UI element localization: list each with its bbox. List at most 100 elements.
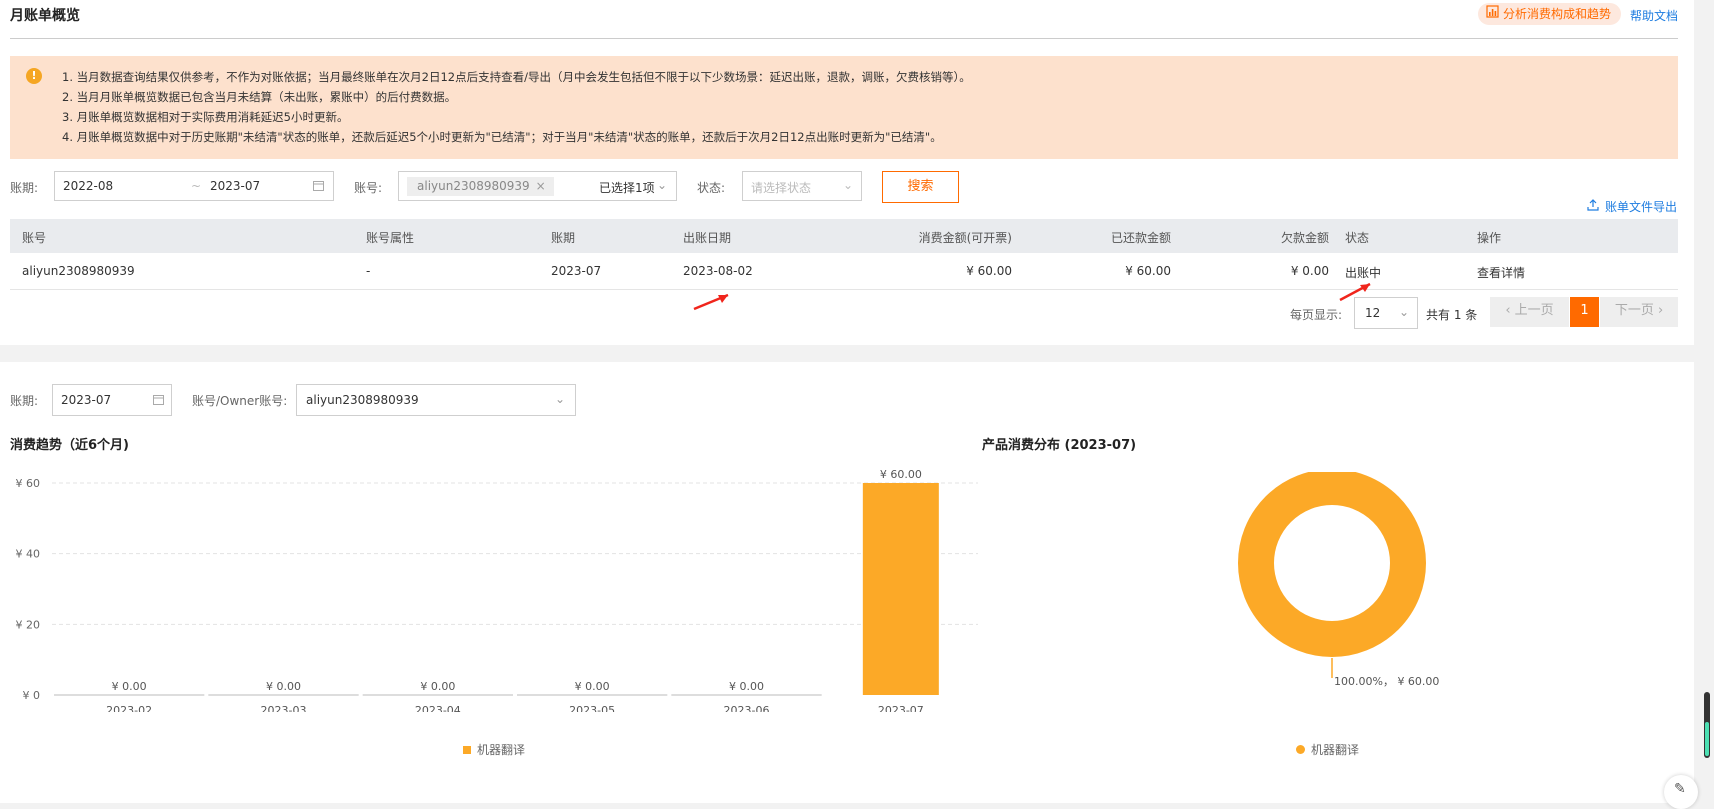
col-attr: 账号属性 [366,231,415,245]
chevron-down-icon: ⌄ [657,178,668,192]
col-action: 操作 [1477,231,1502,245]
pie-legend: 机器翻译 [1296,741,1359,758]
account-tag: aliyun2308980939 × [407,177,554,196]
total-count: 共有 1 条 [1426,308,1478,322]
analysis-label: 分析消费构成和趋势 [1503,7,1612,21]
cell-amount: ¥ 60.00 [966,264,1012,278]
cell-bill-date: 2023-08-02 [683,264,753,278]
export-label: 账单文件导出 [1605,200,1678,214]
annotation-arrow [693,293,729,311]
cell-attr: - [366,264,371,278]
search-button[interactable]: 搜索 [882,171,959,203]
account-select[interactable]: aliyun2308980939 × 已选择1项 ⌄ [398,171,677,201]
y-tick-label: ¥ 40 [16,548,41,561]
period-start: 2022-08 [63,179,114,193]
period-separator: ~ [191,179,202,193]
cell-paid: ¥ 60.00 [1125,264,1171,278]
help-link[interactable]: 帮助文档 [1630,7,1678,24]
table-row: aliyun2308980939 - 2023-07 2023-08-02 ¥ … [10,253,1678,290]
pie-chart-title: 产品消费分布 (2023-07) [982,438,1137,453]
scrollbar-track[interactable] [1704,692,1710,758]
prev-page-button[interactable]: ‹ 上一页 [1490,297,1569,327]
warning-icon: ! [26,68,42,84]
calendar-icon [153,394,164,408]
col-paid: 已还款金额 [1110,231,1171,245]
per-page-select[interactable]: 12 ⌄ [1354,297,1418,329]
pie-slice [1238,472,1426,657]
period-label: 账期: [10,181,39,195]
period-picker[interactable]: 2023-07 [52,384,172,416]
notice-line: 3. 月账单概览数据相对于实际费用消耗延迟5小时更新。 [62,110,349,124]
analysis-button[interactable]: 分析消费构成和趋势 [1478,3,1622,25]
page-1-button[interactable]: 1 [1570,297,1599,327]
cell-account: aliyun2308980939 [22,264,135,278]
col-status: 状态 [1345,231,1370,245]
bar-legend: 机器翻译 [463,741,525,758]
status-select[interactable]: 请选择状态 ⌄ [742,171,862,201]
y-tick-label: ¥ 60 [16,477,41,490]
legend-label: 机器翻译 [1311,743,1360,757]
col-period: 账期 [551,231,576,245]
owner-label: 账号/Owner账号: [192,394,288,408]
x-tick-label: 2023-06 [724,704,770,712]
chevron-right-icon: › [1657,303,1664,318]
cell-owed: ¥ 0.00 [1290,264,1329,278]
col-bill-date: 出账日期 [683,231,732,245]
chevron-down-icon: ⌄ [1399,305,1410,319]
pencil-icon: ✎ [1674,781,1686,797]
scrollbar-thumb[interactable] [1705,722,1709,756]
pie-chart: 100.00%， ¥ 60.00 [1238,472,1439,688]
owner-value: aliyun2308980939 [306,393,419,407]
bar-value-label: ¥ 0.00 [729,680,764,693]
legend-swatch [1296,745,1305,754]
legend-label: 机器翻译 [477,743,526,757]
owner-select[interactable]: aliyun2308980939 ⌄ [296,384,576,416]
period-end: 2023-07 [210,179,261,193]
bar-value-label: ¥ 0.00 [420,680,455,693]
upload-icon [1587,199,1599,214]
notice-line: 4. 月账单概览数据中对于历史账期"未结清"状态的账单，还款后延迟5个小时更新为… [62,130,942,144]
prev-label: 上一页 [1514,303,1554,318]
chevron-down-icon: ⌄ [555,392,566,406]
per-page-value: 12 [1365,306,1381,320]
chevron-left-icon: ‹ [1505,303,1511,318]
bar-chart: ¥ 0 ¥ 20 ¥ 40 ¥ 60 ¥ 0.00 2023-02 ¥ 0.00 2023-0… [16,468,978,712]
period-range-picker[interactable]: 2022-08 ~ 2023-07 [54,171,334,201]
notice-line: 2. 当月月账单概览数据已包含当月未结算（未出账，累账中）的后付费数据。 [62,90,457,104]
col-account: 账号 [22,231,47,245]
account-tag-text: aliyun2308980939 [417,179,530,193]
view-details-link[interactable]: 查看详情 [1477,264,1525,281]
x-tick-label: 2023-05 [569,704,615,712]
col-owed: 欠款金额 [1280,231,1329,245]
page-title: 月账单概览 [10,8,80,24]
chart-icon [1486,3,1499,25]
x-tick-label: 2023-04 [415,704,461,712]
legend-swatch [463,745,471,754]
export-button[interactable]: 账单文件导出 [1587,198,1677,215]
cell-status: 出账中 [1345,266,1382,280]
period-label: 账期: [10,394,39,408]
calendar-icon [313,180,324,194]
period-value: 2023-07 [61,393,112,407]
bar-value-label: ¥ 0.00 [575,680,610,693]
next-page-button[interactable]: 下一页 › [1600,297,1678,327]
bar-value-label: ¥ 0.00 [112,680,147,693]
account-selected-count: 已选择1项 [599,181,655,195]
per-page-label: 每页显示: [1290,308,1343,322]
next-label: 下一页 [1614,303,1654,318]
notice-banner: ! 1. 当月数据查询结果仅供参考，不作为对账依据；当月最终账单在次月2日12点… [10,56,1678,159]
edit-float-button[interactable]: ✎ [1664,775,1698,809]
status-placeholder: 请选择状态 [751,181,812,195]
close-icon[interactable]: × [536,177,546,196]
bill-overview-card: 月账单概览 分析消费构成和趋势 帮助文档 ! 1. 当月数据查询结果仅供参考，不… [0,0,1694,345]
y-tick-label: ¥ 20 [16,618,41,631]
cell-period: 2023-07 [551,264,602,278]
col-amount: 消费金额(可开票) [918,231,1012,245]
divider [10,38,1678,39]
table-header: 账号 账号属性 账期 出账日期 消费金额(可开票) 已还款金额 欠款金额 状态 … [10,219,1678,253]
bar-chart-title: 消费趋势（近6个月) [10,438,129,453]
bar [862,483,939,695]
status-label: 状态: [697,181,726,195]
slice-label: 100.00%， ¥ 60.00 [1334,675,1439,688]
bar-value-label: ¥ 60.00 [880,468,922,481]
